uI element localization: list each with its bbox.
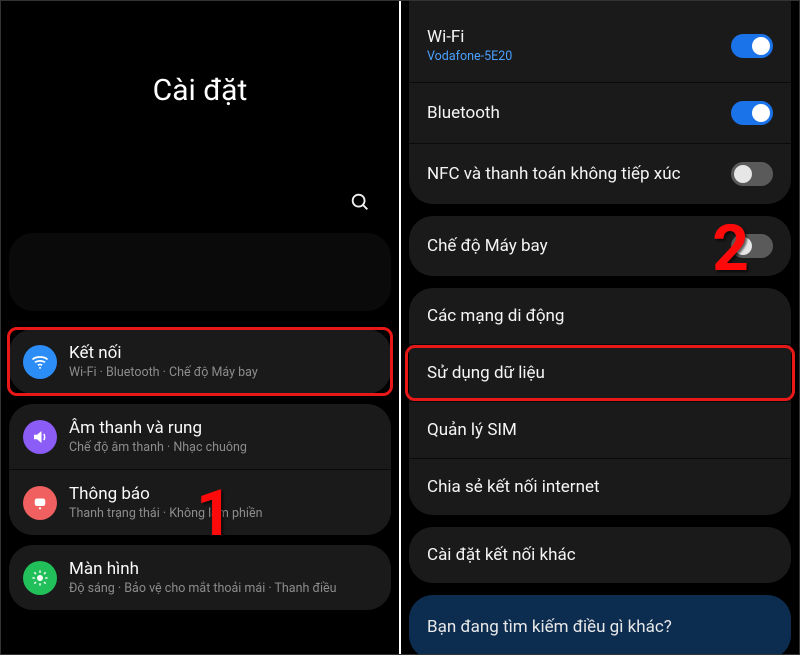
row-title: Quản lý SIM [427, 420, 517, 440]
row-sim-manager[interactable]: Quản lý SIM [409, 402, 791, 458]
row-tethering[interactable]: Chia sẻ kết nối internet [409, 459, 791, 515]
row-title: Âm thanh và rung [69, 418, 247, 438]
category-row[interactable]: Kết nối Wi-Fi · Bluetooth · Chế độ Máy b… [9, 329, 391, 394]
row-title: Chia sẻ kết nối internet [427, 477, 600, 497]
row-nfc[interactable]: NFC và thanh toán không tiếp xúc [409, 144, 791, 204]
notification-icon [23, 486, 57, 520]
group-airplane: Chế độ Máy bay [409, 216, 791, 276]
row-title: NFC và thanh toán không tiếp xúc [427, 164, 680, 184]
row-title: Kết nối [69, 343, 258, 363]
row-wifi[interactable]: Wi-Fi Vodafone-5E20 [409, 9, 791, 82]
connections-list: Wi-Fi Vodafone-5E20 Bluetooth NFC và tha… [409, 9, 791, 654]
nfc-toggle[interactable] [731, 162, 773, 186]
display-icon [23, 561, 57, 595]
group-mobile: Các mạng di động Sử dụng dữ liệu Quản lý… [409, 288, 791, 515]
row-title: Thông báo [69, 484, 262, 504]
category-sound[interactable]: Âm thanh và rung Chế độ âm thanh · Nhạc … [9, 404, 391, 469]
search-icon [349, 198, 371, 217]
pane-connections-detail: Wi-Fi Vodafone-5E20 Bluetooth NFC và tha… [401, 1, 799, 654]
page-title: Cài đặt [1, 73, 399, 108]
suggestion-card[interactable]: Bạn đang tìm kiếm điều gì khác? [409, 595, 791, 654]
row-subtitle: Wi-Fi · Bluetooth · Chế độ Máy bay [69, 365, 258, 380]
row-title: Wi-Fi [427, 27, 512, 47]
airplane-toggle[interactable] [731, 234, 773, 258]
search-button[interactable] [349, 191, 371, 217]
row-airplane[interactable]: Chế độ Máy bay [409, 216, 791, 276]
profile-card[interactable] [9, 233, 391, 311]
row-title: Cài đặt kết nối khác [427, 545, 576, 565]
sound-icon [23, 420, 57, 454]
category-group-sound-notif: Âm thanh và rung Chế độ âm thanh · Nhạc … [9, 404, 391, 535]
bluetooth-toggle[interactable] [731, 101, 773, 125]
wifi-network-name: Vodafone-5E20 [427, 49, 512, 64]
tutorial-frame: Cài đặt Kết nối Wi-Fi · Bluetooth · Chế … [0, 0, 800, 655]
row-title: Các mạng di động [427, 306, 564, 326]
category-display[interactable]: Màn hình Độ sáng · Bảo vệ cho mắt thoải … [9, 545, 391, 610]
category-row[interactable]: Màn hình Độ sáng · Bảo vệ cho mắt thoải … [9, 545, 391, 610]
row-subtitle: Chế độ âm thanh · Nhạc chuông [69, 440, 247, 455]
settings-category-list: Kết nối Wi-Fi · Bluetooth · Chế độ Máy b… [9, 329, 391, 610]
group-wireless: Wi-Fi Vodafone-5E20 Bluetooth NFC và tha… [409, 1, 791, 204]
row-data-usage[interactable]: Sử dụng dữ liệu [409, 345, 791, 401]
wifi-icon [23, 345, 57, 379]
row-title: Sử dụng dữ liệu [427, 363, 545, 383]
row-bluetooth[interactable]: Bluetooth [409, 83, 791, 143]
wifi-toggle[interactable] [731, 34, 773, 58]
row-subtitle: Thanh trạng thái · Không làm phiền [69, 506, 262, 521]
category-notifications[interactable]: Thông báo Thanh trạng thái · Không làm p… [9, 470, 391, 535]
row-title: Bluetooth [427, 103, 500, 123]
row-more-connections[interactable]: Cài đặt kết nối khác [409, 527, 791, 583]
row-title: Màn hình [69, 559, 337, 579]
row-mobile-networks[interactable]: Các mạng di động [409, 288, 791, 344]
row-title: Chế độ Máy bay [427, 236, 548, 256]
category-connections[interactable]: Kết nối Wi-Fi · Bluetooth · Chế độ Máy b… [9, 329, 391, 394]
suggestion-text: Bạn đang tìm kiếm điều gì khác? [427, 617, 672, 637]
group-more-connections: Cài đặt kết nối khác [409, 527, 791, 583]
pane-settings-main: Cài đặt Kết nối Wi-Fi · Bluetooth · Chế … [1, 1, 399, 654]
row-subtitle: Độ sáng · Bảo vệ cho mắt thoải mái · Tha… [69, 581, 337, 596]
